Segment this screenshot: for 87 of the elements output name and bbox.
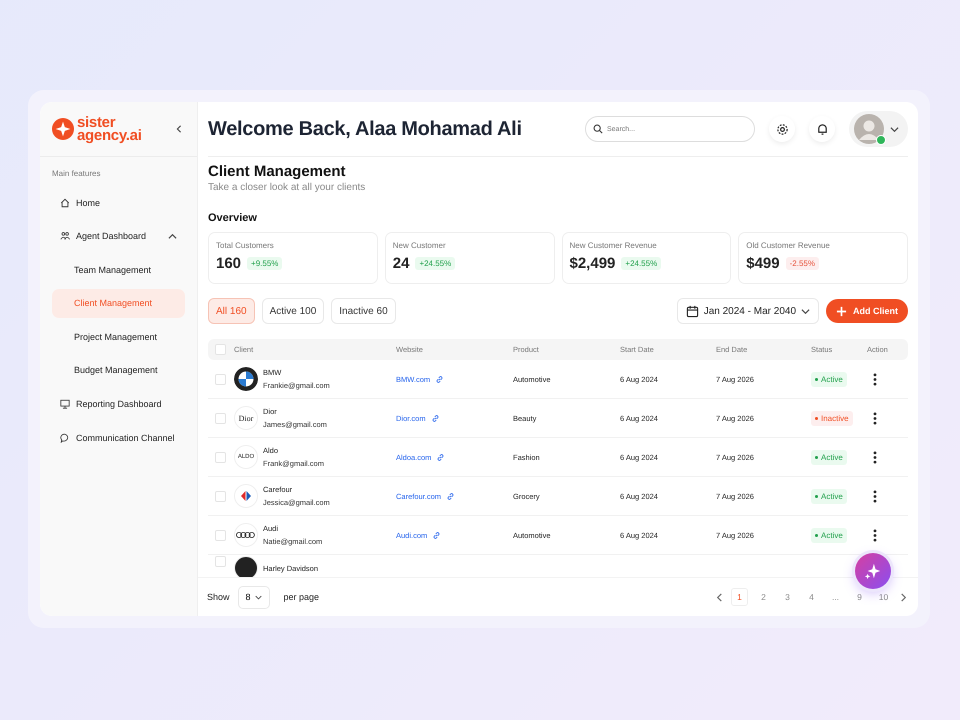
stat-label: New Customer Revenue	[570, 241, 658, 250]
page-button[interactable]: 4	[803, 588, 820, 606]
page-button[interactable]: 9	[851, 588, 868, 606]
more-options-icon[interactable]	[873, 490, 877, 502]
more-options-icon[interactable]	[873, 528, 877, 542]
page-button[interactable]: 1	[731, 588, 748, 606]
filter-tab[interactable]: Active 100	[262, 298, 324, 324]
stat-label: Total Customers	[216, 241, 275, 250]
page-button[interactable]: ...	[827, 588, 844, 606]
status-badge: Active	[811, 488, 847, 504]
filter-tab[interactable]: Inactive 60	[331, 298, 396, 324]
change-badge: +24.55%	[621, 257, 662, 270]
stat-value: $499	[746, 255, 780, 272]
client-logo: Dior	[234, 406, 258, 430]
logo-text: agency.ai	[77, 129, 142, 142]
sidebar-item[interactable]: Agent Dashboard	[52, 222, 185, 251]
page-button[interactable]: 10	[875, 588, 892, 606]
stat-label: New Customer	[392, 241, 447, 250]
sidebar-item[interactable]: Budget Management	[52, 356, 185, 385]
sparkle-icon	[864, 562, 882, 580]
welcome-heading: Welcome Back, Alaa Mohamad Ali	[208, 118, 523, 140]
more-options-icon[interactable]	[873, 412, 877, 424]
more-options-icon[interactable]	[873, 372, 877, 386]
ai-assistant-button[interactable]	[855, 553, 891, 589]
page-title: Client Management	[208, 163, 347, 180]
checkbox[interactable]	[215, 412, 226, 424]
sidebar-item[interactable]: Client Management	[52, 288, 185, 318]
previous-page-icon[interactable]	[715, 592, 724, 602]
sidebar-item[interactable]: Reporting Dashboard	[52, 390, 185, 419]
next-page-icon[interactable]	[899, 592, 908, 602]
page-button[interactable]: 3	[779, 588, 796, 606]
add-client-button[interactable]: Add Client	[826, 299, 908, 323]
stat-value: 24	[392, 255, 410, 272]
link-icon[interactable]	[436, 452, 446, 462]
checkbox[interactable]	[215, 490, 226, 502]
change-badge: +9.55%	[247, 257, 282, 270]
checkbox[interactable]	[215, 374, 226, 384]
link-icon[interactable]	[430, 414, 440, 422]
per-page-label: per page	[284, 592, 320, 602]
per-page-select[interactable]: 8	[238, 586, 270, 608]
notification-button[interactable]	[809, 116, 835, 142]
logo-text: sister	[77, 116, 116, 129]
more-options-icon[interactable]	[873, 450, 877, 464]
section-label: Main features	[52, 169, 102, 178]
sidebar-item[interactable]: Project Management	[52, 322, 185, 352]
page-subtitle: Take a closer look at all your clients	[208, 182, 366, 193]
settings-icon	[776, 122, 788, 136]
checkbox[interactable]	[215, 452, 226, 462]
page-button[interactable]: 2	[755, 588, 772, 606]
status-badge: Active	[811, 528, 847, 542]
collapse-chevron-icon[interactable]	[175, 125, 183, 133]
user-menu[interactable]	[849, 111, 908, 147]
stat-label: Old Customer Revenue	[746, 241, 831, 250]
home-icon	[60, 198, 70, 208]
checkbox[interactable]	[215, 530, 226, 540]
stat-value: 160	[216, 255, 242, 272]
stat-value: $2,499	[570, 255, 616, 272]
search-icon	[593, 124, 603, 134]
chat-icon	[60, 432, 70, 443]
avatar-icon	[854, 114, 884, 144]
filter-tab[interactable]: All 160	[208, 298, 255, 324]
people-icon	[60, 231, 70, 242]
sidebar-item[interactable]: Communication Channel	[52, 423, 185, 452]
chevron-down-icon	[890, 124, 899, 134]
chevron-down-icon	[254, 594, 262, 600]
sidebar-item[interactable]: Team Management	[52, 255, 185, 284]
status-badge: Active	[811, 372, 847, 386]
chevron-down-icon	[801, 306, 810, 316]
section-title: Overview	[208, 212, 258, 224]
status-badge: Active	[811, 450, 847, 464]
bell-icon	[816, 122, 828, 136]
change-badge: -2.55%	[786, 257, 819, 270]
checkbox[interactable]	[215, 344, 226, 355]
checkbox[interactable]	[215, 556, 226, 567]
status-badge: Inactive	[811, 410, 853, 426]
link-icon[interactable]	[432, 530, 442, 540]
show-label: Show	[207, 592, 230, 602]
calendar-icon	[686, 304, 699, 318]
presentation-icon	[60, 399, 70, 410]
settings-button[interactable]	[769, 116, 795, 142]
sidebar-item[interactable]: Home	[52, 188, 185, 217]
link-icon[interactable]	[446, 492, 456, 500]
sparkle-logo-icon	[52, 118, 74, 140]
link-icon[interactable]	[435, 374, 444, 384]
plus-icon	[836, 306, 847, 316]
change-badge: +24.55%	[415, 257, 456, 270]
date-range-picker[interactable]: Jan 2024 - Mar 2040	[676, 298, 819, 324]
